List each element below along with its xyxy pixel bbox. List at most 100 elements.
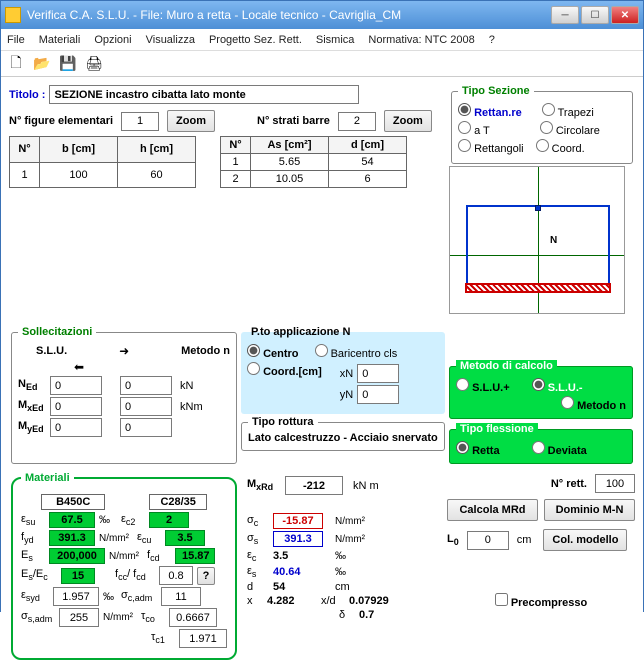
esyd-input[interactable]: [53, 587, 99, 606]
m-yed-input[interactable]: [50, 418, 102, 437]
radio-coord-pto[interactable]: Coord.[cm]: [247, 362, 322, 378]
open-icon[interactable]: 📂: [33, 55, 51, 73]
m-xed-unit: kNm: [180, 401, 203, 413]
ssadm-input[interactable]: [59, 608, 99, 627]
col-modello-button[interactable]: Col. modello: [543, 529, 627, 551]
menu-opzioni[interactable]: Opzioni: [94, 34, 131, 46]
table-row[interactable]: 1 100 60: [10, 162, 196, 188]
nrett-input[interactable]: [595, 474, 635, 493]
tipo-flessione-legend: Tipo flessione: [456, 423, 538, 435]
n-ed-input[interactable]: [50, 376, 102, 395]
menu-help[interactable]: ?: [489, 34, 495, 46]
fcd-value: 15.87: [175, 548, 215, 564]
nrett-label: N° rett.: [551, 478, 587, 490]
section-n-label: N: [550, 235, 557, 246]
sollecitazioni-group: Sollecitazioni S.L.U. ➜ Metodo n ⬅ NEd k…: [11, 326, 237, 464]
menu-visualizza[interactable]: Visualizza: [146, 34, 195, 46]
menu-sismica[interactable]: Sismica: [316, 34, 355, 46]
metodo-calcolo-legend: Metodo di calcolo: [456, 360, 557, 372]
radio-rettanre[interactable]: Rettan.re: [458, 103, 522, 119]
table-row[interactable]: 1 5.65 54: [221, 154, 407, 171]
precompresso-checkbox[interactable]: Precompresso: [495, 593, 588, 609]
slu-header: S.L.U.: [36, 345, 67, 357]
radio-slu-plus[interactable]: S.L.U.+: [456, 378, 510, 394]
xn-input[interactable]: [357, 364, 399, 383]
new-icon[interactable]: 🗋: [7, 55, 25, 73]
n-ed-unit: kN: [180, 380, 193, 392]
x-label: x: [247, 595, 263, 607]
radio-trapezi[interactable]: Trapezi: [542, 103, 594, 119]
ss-value: 391.3: [273, 531, 323, 547]
barre-col-as: As [cm²]: [251, 137, 329, 154]
menu-materiali[interactable]: Materiali: [39, 34, 81, 46]
radio-centro[interactable]: Centro: [247, 344, 299, 360]
swap-right-icon[interactable]: ➜: [119, 344, 129, 358]
m-xed-input[interactable]: [50, 397, 102, 416]
menu-file[interactable]: File: [7, 34, 25, 46]
concrete-select[interactable]: C28/35: [149, 494, 206, 510]
tipo-sezione-legend: Tipo Sezione: [458, 85, 534, 97]
scadm-input[interactable]: [161, 587, 201, 606]
materiali-group: Materiali B450C C28/35 εsu 67.5 ‰ εc2 2 …: [11, 472, 237, 660]
ecu-value: 3.5: [165, 530, 205, 546]
n-figure-input[interactable]: [121, 112, 159, 131]
pto-group: P.to applicazione N Centro Baricentro cl…: [241, 326, 445, 414]
radio-retta[interactable]: Retta: [456, 441, 500, 457]
radio-rettangoli[interactable]: Rettangoli: [458, 139, 524, 155]
radio-deviata[interactable]: Deviata: [532, 441, 587, 457]
menu-normativa[interactable]: Normativa: NTC 2008: [368, 34, 474, 46]
help-button[interactable]: ?: [197, 567, 215, 585]
window-minimize-button[interactable]: ─: [551, 6, 579, 24]
zoom-barre-button[interactable]: Zoom: [384, 110, 432, 132]
es-value: 40.64: [273, 566, 323, 578]
xn-label: xN: [340, 368, 353, 380]
m-xed-input-2[interactable]: [120, 397, 172, 416]
x-value: 4.282: [267, 595, 311, 607]
barre-table[interactable]: N° As [cm²] d [cm] 1 5.65 54 2 10.05: [220, 136, 407, 188]
dominio-mn-button[interactable]: Dominio M-N: [544, 499, 635, 521]
xd-value: 0.07929: [349, 595, 389, 607]
tipo-flessione-group: Tipo flessione Retta Deviata: [449, 423, 633, 464]
radio-baricentro[interactable]: Baricentro cls: [315, 344, 398, 360]
figure-col-n: N°: [10, 137, 40, 163]
radio-circolare[interactable]: Circolare: [540, 121, 600, 137]
zoom-figure-button[interactable]: Zoom: [167, 110, 215, 132]
figure-table[interactable]: N° b [cm] h [cm] 1 100 60: [9, 136, 196, 188]
save-icon[interactable]: 💾: [59, 55, 77, 73]
yn-input[interactable]: [357, 385, 399, 404]
titolo-label: Titolo :: [9, 89, 45, 101]
metodo-calcolo-group: Metodo di calcolo S.L.U.+ S.L.U.- Metodo…: [449, 360, 633, 419]
mxrd-output: [285, 476, 343, 495]
menu-progetto[interactable]: Progetto Sez. Rett.: [209, 34, 302, 46]
n-figure-label: N° figure elementari: [9, 115, 113, 127]
tco-input[interactable]: [169, 608, 217, 627]
window-close-button[interactable]: ✕: [611, 6, 639, 24]
window-title: Verifica C.A. S.L.U. - File: Muro a rett…: [27, 8, 401, 22]
swap-left-icon[interactable]: ⬅: [74, 360, 84, 374]
l0-unit: cm: [517, 534, 532, 546]
radio-slu-minus[interactable]: S.L.U.-: [532, 378, 583, 394]
titolo-input[interactable]: [49, 85, 359, 104]
fccfcd-input[interactable]: [159, 566, 193, 585]
table-row[interactable]: 2 10.05 6: [221, 171, 407, 188]
barre-col-n: N°: [221, 137, 251, 154]
n-ed-input-2[interactable]: [120, 376, 172, 395]
radio-at[interactable]: a T: [458, 121, 490, 137]
print-icon[interactable]: 🖨: [85, 55, 103, 73]
steel-select[interactable]: B450C: [41, 494, 105, 510]
fyd-value: 391.3: [49, 530, 95, 546]
delta-label: δ: [339, 609, 355, 621]
radio-coord[interactable]: Coord.: [536, 139, 585, 155]
metodon-header: Metodo n: [181, 345, 230, 357]
menubar: File Materiali Opzioni Visualizza Proget…: [1, 29, 643, 51]
tc1-input[interactable]: [179, 629, 227, 648]
tension-zone-icon: [465, 283, 611, 293]
radio-calc-metodon[interactable]: Metodo n: [561, 396, 626, 412]
window-maximize-button[interactable]: ☐: [581, 6, 609, 24]
d-value: 54: [273, 581, 323, 593]
m-yed-input-2[interactable]: [120, 418, 172, 437]
n-strati-label: N° strati barre: [257, 115, 330, 127]
l0-input[interactable]: [467, 531, 509, 550]
calcola-mrd-button[interactable]: Calcola MRd: [447, 499, 538, 521]
n-strati-input[interactable]: [338, 112, 376, 131]
